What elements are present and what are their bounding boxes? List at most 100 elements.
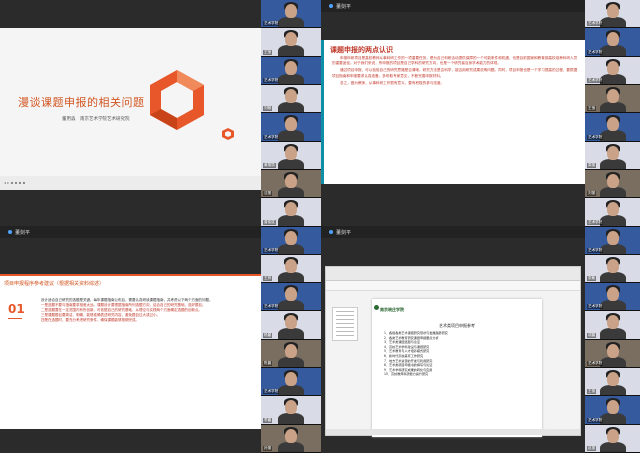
participant-tile[interactable]: 刘丽	[585, 169, 640, 199]
participant-body-icon	[278, 101, 304, 113]
participant-tile[interactable]: 艺术学院	[585, 283, 640, 312]
slide-body: 设计适合自己研究的选题是关键。每年课题指南公布后，需要认真研读课题指南，并考虑以…	[34, 298, 253, 323]
participant-tile[interactable]: 刘畅	[261, 84, 321, 114]
participant-tile[interactable]: 艺术学院	[585, 198, 640, 227]
participant-face-icon	[606, 258, 619, 273]
document-status-bar	[326, 429, 580, 435]
participant-tile[interactable]: 艺术学院	[585, 56, 640, 85]
participant-name: 艺术学院	[263, 389, 280, 395]
participant-name: 王梓	[263, 276, 273, 282]
participant-tile[interactable]: 李晨	[261, 396, 321, 425]
participant-tile[interactable]: 杨晨	[261, 311, 321, 340]
participant-tile[interactable]: 艺术学院	[585, 0, 640, 29]
participant-tile[interactable]: 艺术学院	[261, 283, 321, 312]
participant-body-icon	[278, 17, 304, 28]
participant-face-icon	[285, 287, 297, 302]
participant-face-icon	[606, 400, 619, 415]
participant-tile[interactable]: 胡晨	[585, 311, 640, 340]
participant-face-icon	[606, 315, 619, 330]
participant-body-icon	[278, 271, 304, 283]
participant-name: 艺术学院	[587, 361, 604, 367]
participant-name: 孙丽	[263, 446, 273, 451]
participant-tile[interactable]: 周丽	[585, 141, 640, 170]
document-ribbon[interactable]	[326, 267, 580, 281]
participant-body-icon	[278, 441, 304, 452]
participant-face-icon	[606, 230, 619, 245]
participant-name: 张敏	[587, 276, 597, 282]
participant-tile[interactable]: 曾俊斌	[261, 198, 321, 227]
participant-tile[interactable]: 沈丽	[261, 169, 321, 199]
slide-paragraph: 通过项目申报，可以检验自己的研究思路是否清晰，研究方法是否科学，能否用研究成果说…	[332, 68, 578, 78]
participant-tile[interactable]: 张敏	[585, 254, 640, 284]
slide-paragraph: 申报科研项目是高校教师从事科研工作的一项重要任务，是为自己科研活动提供保障的一个…	[332, 56, 578, 66]
participant-face-icon	[285, 173, 297, 188]
document-toolbar[interactable]	[326, 281, 580, 291]
participant-name: 黄丽丽	[263, 162, 276, 168]
participant-name: 杨晨	[263, 332, 273, 338]
participant-tile[interactable]: 艺术学院	[585, 113, 640, 142]
participant-name: 艺术学院	[587, 247, 604, 253]
participant-tile[interactable]: 艺术学院	[261, 0, 321, 29]
participant-tile[interactable]: 王丽	[585, 368, 640, 397]
participant-face-icon	[606, 117, 619, 132]
participant-face-icon	[285, 202, 297, 217]
hexagon-logo-icon	[150, 70, 204, 130]
participant-body-icon	[278, 158, 304, 169]
participant-tile[interactable]: 王梓	[261, 254, 321, 284]
slide-footer-strip	[0, 176, 261, 190]
playback-controls-icon[interactable]: ◂ ▸ ▪ ▪ ▪ ▪	[4, 180, 25, 185]
school-name: 南京晓庄学院	[380, 307, 404, 312]
participant-name: 艺术学院	[587, 21, 604, 27]
participant-body-icon	[599, 356, 626, 368]
list-item: 10．高校教师科研能力提升研究	[384, 372, 429, 377]
page-thumbnail[interactable]	[332, 307, 358, 341]
numbered-slide: 项目申报程序参考建议（根据相关资料综述） 01 设计适合自己研究的选题是关键。每…	[0, 274, 261, 429]
participant-body-icon	[278, 130, 304, 141]
participant-name: 艺术学院	[263, 304, 280, 310]
participant-tile[interactable]: 艺术学院	[585, 28, 640, 57]
participant-body-icon	[599, 158, 626, 169]
participant-body-icon	[278, 413, 304, 424]
participant-tile[interactable]: 艺术学院	[585, 226, 640, 255]
participant-tile[interactable]: 艺术学院	[261, 226, 321, 255]
slide-title: 课题申报的两点认识	[330, 46, 393, 54]
participant-name: 曾俊斌	[263, 219, 276, 225]
participant-body-icon	[599, 17, 626, 28]
slide-title: 项目申报程序参考建议（根据相关资料综述）	[4, 281, 105, 287]
document-title: 艺术类项目申报参考	[439, 323, 475, 328]
share-indicator-icon	[329, 230, 333, 234]
participant-body-icon	[599, 271, 626, 283]
participant-tile[interactable]: 王莹	[585, 84, 640, 114]
participant-tile[interactable]: 陈晨	[261, 339, 321, 369]
participant-tile[interactable]: 艺术学院	[585, 339, 640, 369]
participant-name: 沈丽	[263, 191, 273, 197]
screen-share-bottom-left: 董剑平 项目申报程序参考建议（根据相关资料综述） 01 设计适合自己研究的选题是…	[0, 226, 261, 453]
participant-tile[interactable]: 赵丽	[585, 424, 640, 453]
participant-face-icon	[285, 428, 297, 443]
participant-tile[interactable]: 艺术学院	[585, 396, 640, 425]
participant-body-icon	[278, 300, 304, 311]
participant-body-icon	[599, 385, 626, 396]
participant-body-icon	[278, 45, 304, 56]
participant-body-icon	[599, 215, 626, 226]
participant-tile[interactable]: 黄丽丽	[261, 141, 321, 170]
share-bar: 董剑平	[321, 0, 585, 12]
share-indicator-icon	[8, 230, 12, 234]
participant-tile[interactable]: 艺术学院	[261, 56, 321, 85]
participant-tile[interactable]: 艺术学院	[261, 113, 321, 142]
participant-tile[interactable]: 王莹	[261, 28, 321, 57]
participant-tile[interactable]: 艺术学院	[261, 368, 321, 397]
word-document-window: 南京晓庄学院 艺术类项目申报参考 1．各级各类艺术课题研究现状与发展趋势研究 2…	[325, 266, 581, 437]
participant-body-icon	[599, 130, 626, 141]
participant-body-icon	[599, 328, 626, 339]
participant-name: 艺术学院	[587, 417, 604, 423]
participant-face-icon	[285, 315, 297, 330]
sharer-name: 董剑平	[15, 229, 31, 236]
screen-share-bottom-right: 董剑平 南京晓庄学院 艺术类项目申报参考 1．各级各类艺术课题研究现状与发展趋势…	[321, 226, 585, 453]
participant-name: 艺术学院	[587, 77, 604, 83]
participant-name: 艺术学院	[263, 21, 280, 27]
participant-face-icon	[606, 428, 619, 443]
participant-tile[interactable]: 孙丽	[261, 424, 321, 453]
participant-name: 王丽	[587, 389, 597, 395]
participant-body-icon	[278, 73, 304, 84]
